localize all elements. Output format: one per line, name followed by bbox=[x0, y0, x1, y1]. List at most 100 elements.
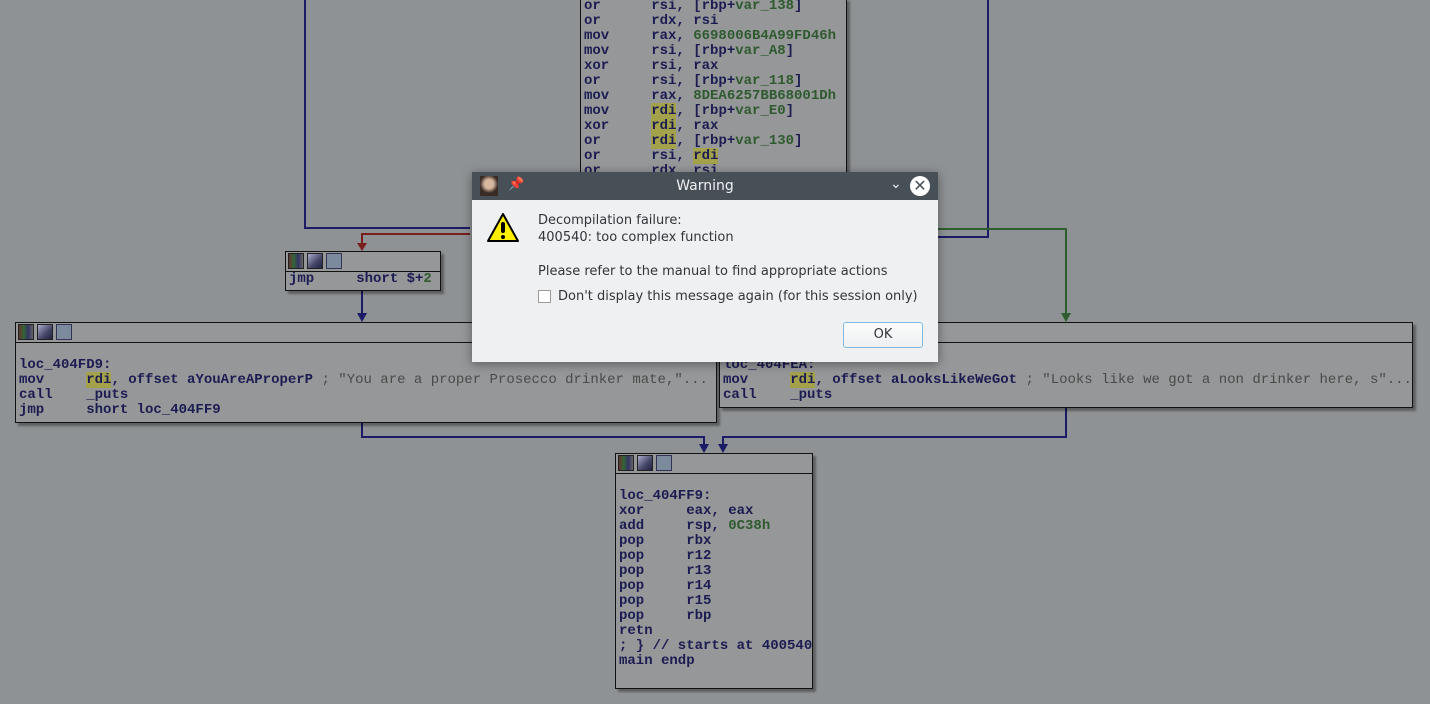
asm-line: mov rax, 8DEA6257BB68001Dh bbox=[584, 89, 843, 104]
asm-token[interactable]: ] bbox=[794, 73, 802, 89]
dialog-titlebar[interactable]: 📌 Warning ⌄ ✕ bbox=[472, 172, 938, 200]
asm-token[interactable]: var_130 bbox=[735, 133, 794, 149]
warning-dialog: 📌 Warning ⌄ ✕ Decompilation failure: 400… bbox=[472, 172, 938, 362]
highlighted-register[interactable]: rdi bbox=[651, 118, 677, 134]
asm-token[interactable]: 2 bbox=[423, 271, 431, 287]
message-line-2: 400540: too complex function bbox=[538, 230, 734, 245]
asm-token[interactable]: , offset aYouAreAProperP bbox=[111, 372, 321, 388]
asm-token[interactable]: , offset aLooksLikeWeGot bbox=[815, 372, 1025, 388]
asm-token[interactable]: or rsi, [rbp+ bbox=[584, 0, 735, 14]
asm-token[interactable]: mov rax, bbox=[584, 88, 693, 104]
asm-line bbox=[619, 474, 809, 489]
node-color-icon[interactable] bbox=[18, 324, 34, 340]
asm-token[interactable]: mov bbox=[723, 372, 790, 388]
asm-token[interactable]: mov bbox=[584, 103, 651, 119]
asm-token[interactable]: call _puts bbox=[723, 387, 832, 403]
asm-line: pop rbx bbox=[619, 534, 809, 549]
asm-line: jmp short loc_404FF9 bbox=[19, 403, 713, 418]
asm-token[interactable]: jmp short $+ bbox=[289, 271, 423, 287]
asm-line: mov rdi, [rbp+var_E0] bbox=[584, 103, 843, 119]
asm-token[interactable]: xor bbox=[584, 118, 651, 134]
asm-line: pop r14 bbox=[619, 579, 809, 594]
arrowhead bbox=[1061, 313, 1071, 322]
asm-token[interactable]: pop rbp bbox=[619, 608, 711, 624]
asm-token[interactable]: pop r12 bbox=[619, 548, 711, 564]
asm-token[interactable]: ] bbox=[786, 103, 794, 119]
asm-token[interactable]: , rax bbox=[676, 118, 718, 134]
highlighted-register[interactable]: rdi bbox=[693, 148, 719, 164]
asm-comment[interactable]: ; "You are a proper Prosecco drinker mat… bbox=[321, 372, 707, 388]
dont-display-checkbox[interactable] bbox=[538, 290, 551, 303]
asm-token[interactable]: var_118 bbox=[735, 73, 794, 89]
asm-token[interactable]: ; } // starts at 400540 bbox=[619, 638, 812, 654]
asm-token[interactable]: xor rsi, rax bbox=[584, 58, 718, 74]
asm-token[interactable]: mov rsi, [rbp+ bbox=[584, 43, 735, 59]
edge-loop-left bbox=[304, 0, 470, 229]
node-group-icon[interactable] bbox=[656, 455, 672, 471]
node-color-icon[interactable] bbox=[618, 455, 634, 471]
asm-token[interactable]: mov rax, bbox=[584, 28, 693, 44]
node-group-icon[interactable] bbox=[326, 253, 342, 269]
asm-token[interactable]: var_E0 bbox=[735, 103, 785, 119]
close-button[interactable]: ✕ bbox=[910, 176, 930, 196]
asm-token[interactable]: var_138 bbox=[735, 0, 794, 14]
asm-token[interactable]: or bbox=[584, 133, 651, 149]
graph-node-loc-404FF9[interactable]: loc_404FF9: xor eax, eax add rsp, 0C38h pop… bbox=[615, 453, 813, 689]
asm-token[interactable]: pop rbx bbox=[619, 533, 711, 549]
asm-token[interactable]: main endp bbox=[619, 653, 695, 669]
asm-line: or rdx, rsi bbox=[584, 14, 843, 29]
asm-line: jmp short $+2 bbox=[289, 272, 437, 287]
node-header bbox=[286, 252, 440, 272]
graph-node-jmp[interactable]: jmp short $+2 bbox=[285, 251, 441, 291]
asm-line: add rsp, 0C38h bbox=[619, 519, 809, 534]
asm-token[interactable]: xor eax, eax bbox=[619, 503, 753, 519]
asm-token[interactable]: loc_404FD9: bbox=[19, 357, 111, 373]
node-rename-icon[interactable] bbox=[37, 324, 53, 340]
asm-token[interactable]: or rsi, [rbp+ bbox=[584, 73, 735, 89]
asm-line: xor rdi, rax bbox=[584, 118, 843, 134]
asm-line: pop r13 bbox=[619, 564, 809, 579]
asm-token[interactable]: call _puts bbox=[19, 387, 128, 403]
node-code: or rsi, [rbp+var_138] or rdx, rsi mov rax,… bbox=[581, 0, 846, 179]
dont-display-label[interactable]: Don't display this message again (for th… bbox=[558, 289, 918, 304]
asm-token[interactable]: jmp short loc_404FF9 bbox=[19, 402, 221, 418]
dialog-title: Warning bbox=[676, 178, 734, 194]
graph-node-top[interactable]: or rsi, [rbp+var_138] or rdx, rsi mov rax,… bbox=[580, 0, 847, 190]
asm-token[interactable]: 0C38h bbox=[728, 518, 770, 534]
asm-token[interactable]: 8DEA6257BB68001Dh bbox=[693, 88, 836, 104]
asm-token[interactable]: ] bbox=[794, 133, 802, 149]
asm-token[interactable]: ] bbox=[786, 43, 794, 59]
asm-token[interactable]: or rsi, bbox=[584, 148, 693, 164]
node-header bbox=[616, 454, 812, 474]
asm-token[interactable]: , [rbp+ bbox=[676, 133, 735, 149]
ok-button[interactable]: OK bbox=[843, 322, 923, 348]
highlighted-register[interactable]: rdi bbox=[86, 372, 112, 388]
asm-token[interactable]: retn bbox=[619, 623, 653, 639]
asm-token[interactable]: ] bbox=[794, 0, 802, 14]
node-rename-icon[interactable] bbox=[307, 253, 323, 269]
minimize-chevron-icon[interactable]: ⌄ bbox=[890, 176, 902, 192]
node-group-icon[interactable] bbox=[56, 324, 72, 340]
asm-token[interactable]: 6698006B4A99FD46h bbox=[693, 28, 836, 44]
arrowhead bbox=[357, 313, 367, 322]
asm-token[interactable]: , [rbp+ bbox=[676, 103, 735, 119]
asm-line: or rsi, rdi bbox=[584, 148, 843, 164]
asm-line: call _puts bbox=[19, 388, 713, 403]
highlighted-register[interactable]: rdi bbox=[790, 372, 816, 388]
asm-token[interactable]: loc_404FF9: bbox=[619, 488, 711, 504]
node-rename-icon[interactable] bbox=[637, 455, 653, 471]
asm-line: xor rsi, rax bbox=[584, 59, 843, 74]
edge-left-bottom bbox=[361, 423, 705, 447]
asm-token[interactable]: mov bbox=[19, 372, 86, 388]
asm-token[interactable]: pop r13 bbox=[619, 563, 711, 579]
highlighted-register[interactable]: rdi bbox=[651, 103, 677, 119]
node-color-icon[interactable] bbox=[288, 253, 304, 269]
asm-token[interactable]: add rsp, bbox=[619, 518, 728, 534]
asm-line: ; } // starts at 400540 bbox=[619, 638, 812, 654]
asm-token[interactable]: pop r14 bbox=[619, 578, 711, 594]
asm-comment[interactable]: ; "Looks like we got a non drinker here,… bbox=[1025, 372, 1411, 388]
asm-token[interactable]: or rdx, rsi bbox=[584, 13, 718, 29]
asm-token[interactable]: var_A8 bbox=[735, 43, 785, 59]
asm-token[interactable]: pop r15 bbox=[619, 593, 711, 609]
highlighted-register[interactable]: rdi bbox=[651, 133, 677, 149]
